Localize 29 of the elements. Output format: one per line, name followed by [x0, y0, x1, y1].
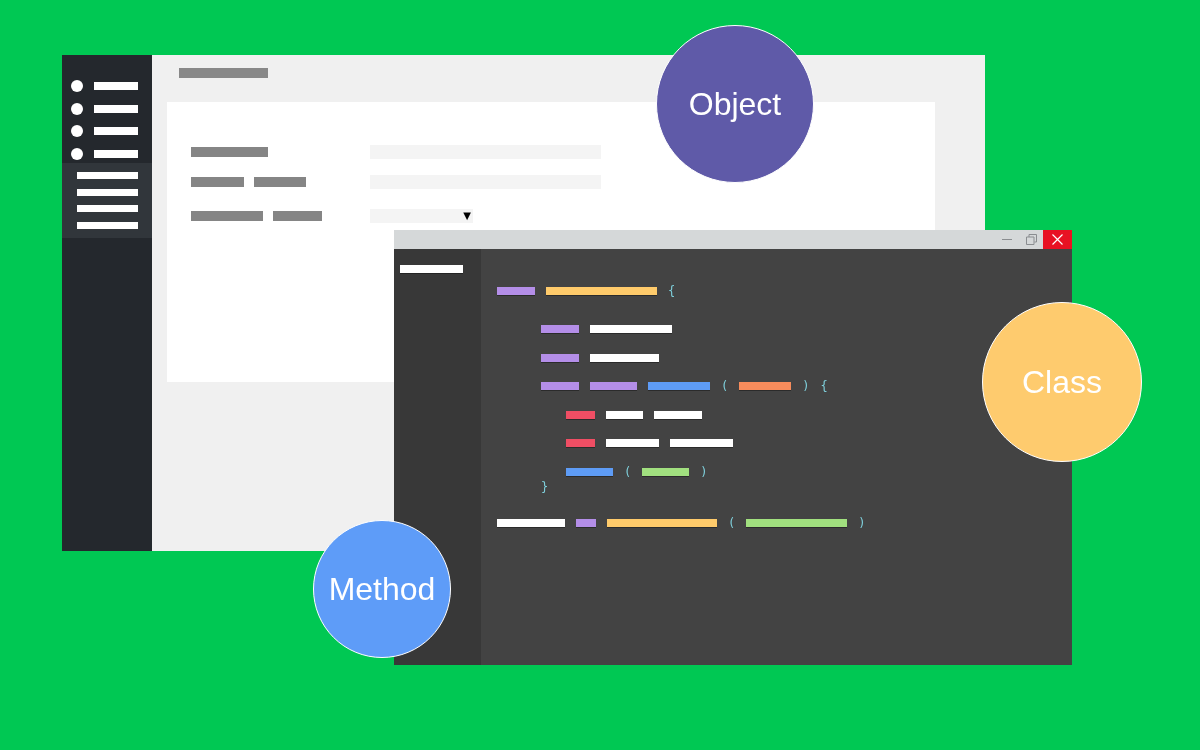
- label-placeholder: [94, 82, 138, 90]
- code-symbol: (: [728, 515, 736, 530]
- label-placeholder: [191, 211, 263, 221]
- code-symbol: {: [668, 284, 676, 298]
- label-placeholder: [94, 127, 138, 135]
- close-button[interactable]: [1043, 230, 1072, 249]
- dot-icon: [71, 80, 83, 92]
- code-symbol: ): [858, 515, 866, 530]
- code-symbol: ): [802, 379, 810, 393]
- label-placeholder: [273, 211, 322, 221]
- minimize-icon: [1002, 239, 1012, 240]
- label-placeholder: [94, 104, 138, 113]
- submenu-item[interactable]: [77, 222, 138, 230]
- label-placeholder: [94, 149, 138, 158]
- code-symbol: (: [721, 379, 729, 393]
- code-symbol: {: [820, 379, 828, 393]
- submenu-item[interactable]: [77, 205, 138, 213]
- dot-icon: [71, 102, 83, 115]
- code-symbol: (: [624, 464, 632, 479]
- code-symbol: ): [700, 464, 708, 479]
- close-icon: [1052, 234, 1063, 245]
- dot-icon: [71, 125, 83, 137]
- label-placeholder: [254, 177, 306, 187]
- label-placeholder: [191, 177, 244, 187]
- restore-icon: [1025, 234, 1037, 245]
- submenu-item[interactable]: [77, 188, 138, 196]
- dot-icon: [71, 147, 83, 160]
- dropdown-field[interactable]: ▼: [370, 209, 473, 223]
- code-symbol: }: [541, 479, 549, 494]
